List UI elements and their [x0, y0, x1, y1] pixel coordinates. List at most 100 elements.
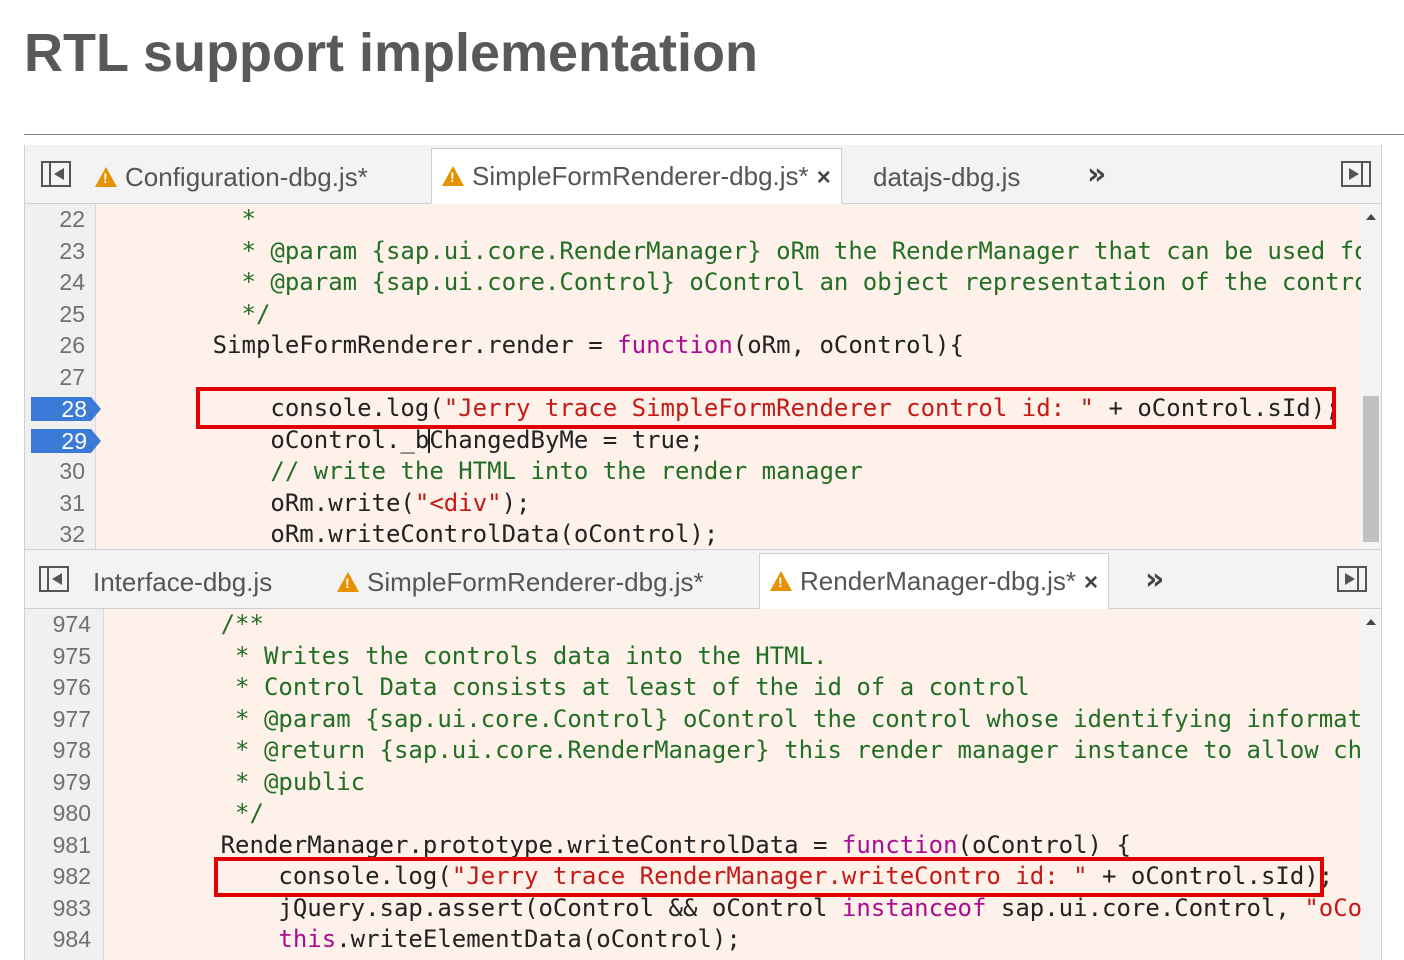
line-number[interactable]: 976	[25, 672, 91, 704]
code-token: * @return {sap.ui.core.RenderManager} th…	[105, 736, 1377, 764]
code-token: */	[105, 799, 264, 827]
scroll-thumb[interactable]	[1363, 396, 1379, 542]
code-text: * Writes the controls data into the HTML…	[105, 641, 827, 673]
code-line[interactable]: 27	[25, 362, 1381, 394]
line-number[interactable]: 983	[25, 893, 91, 925]
code-line[interactable]: 28 console.log("Jerry trace SimpleFormRe…	[25, 393, 1381, 425]
line-number[interactable]: 32	[25, 519, 85, 549]
line-number[interactable]: 31	[25, 488, 85, 520]
code-line[interactable]: 32 oRm.writeControlData(oControl);	[25, 519, 1381, 549]
code-token: (oControl) {	[957, 830, 1131, 859]
code-token: * Writes the controls data into the HTML…	[105, 641, 828, 670]
code-line[interactable]: 979 * @public	[25, 767, 1381, 799]
code-line[interactable]: 983 jQuery.sap.assert(oControl && oContr…	[25, 893, 1381, 925]
line-number[interactable]: 27	[25, 362, 85, 394]
code-token: oRm.writeControlData(oControl);	[97, 520, 719, 548]
tab-simpleformrenderer-dbg[interactable]: SimpleFormRenderer-dbg.js*	[337, 552, 704, 608]
code-text: // write the HTML into the render manage…	[97, 456, 862, 488]
tab-datajs-dbg[interactable]: datajs-dbg.js	[873, 147, 1020, 203]
code-line[interactable]: 984 this.writeElementData(oControl);	[25, 924, 1381, 956]
code-text: SimpleFormRenderer.render = function(oRm…	[97, 330, 964, 362]
vertical-scrollbar[interactable]	[1361, 204, 1381, 549]
warning-icon	[770, 571, 792, 591]
line-number[interactable]: 22	[25, 204, 85, 236]
code-text: RenderManager.prototype.writeControlData…	[105, 830, 1131, 862]
tab-simpleformrenderer-dbg[interactable]: SimpleFormRenderer-dbg.js* ×	[431, 148, 842, 204]
code-line[interactable]: 23 * @param {sap.ui.core.RenderManager} …	[25, 236, 1381, 268]
line-number[interactable]: 24	[25, 267, 85, 299]
code-text: * @param {sap.ui.core.Control} oControl …	[105, 704, 1377, 736]
code-text: * @param {sap.ui.core.RenderManager} oRm…	[97, 236, 1381, 268]
code-token: function	[841, 830, 958, 859]
code-line[interactable]: 977 * @param {sap.ui.core.Control} oCont…	[25, 704, 1381, 736]
line-number[interactable]: 30	[25, 456, 85, 488]
line-number[interactable]: 23	[25, 236, 85, 268]
code-line[interactable]: 31 oRm.write("<div");	[25, 488, 1381, 520]
code-text: *	[97, 204, 256, 236]
editor-pane-top: Configuration-dbg.js* SimpleFormRenderer…	[24, 145, 1382, 549]
breakpoint-marker[interactable]: 29	[31, 428, 101, 453]
line-number[interactable]: 25	[25, 299, 85, 331]
code-token: "Jerry trace SimpleFormRenderer control …	[443, 394, 1094, 422]
code-line[interactable]: 978 * @return {sap.ui.core.RenderManager…	[25, 735, 1381, 767]
code-line[interactable]: 30 // write the HTML into the render man…	[25, 456, 1381, 488]
code-line[interactable]: 982 console.log("Jerry trace RenderManag…	[25, 861, 1381, 893]
line-number[interactable]: 977	[25, 704, 91, 736]
tab-bar: Configuration-dbg.js* SimpleFormRenderer…	[25, 145, 1381, 204]
line-number[interactable]: 980	[25, 798, 91, 830]
code-line[interactable]: 974 /**	[25, 609, 1381, 641]
code-token: oRm.write(	[97, 488, 415, 517]
code-text: * @public	[105, 767, 365, 799]
line-number[interactable]: 982	[25, 861, 91, 893]
tab-label: Interface-dbg.js	[93, 567, 273, 597]
more-tabs-icon[interactable]: »	[1145, 562, 1164, 597]
close-tab-icon[interactable]: ×	[1084, 556, 1098, 610]
tab-label: SimpleFormRenderer-dbg.js*	[472, 161, 809, 191]
code-line[interactable]: 25 */	[25, 299, 1381, 331]
tab-label: datajs-dbg.js	[873, 162, 1021, 192]
code-token: *	[97, 205, 256, 233]
code-token: * @public	[105, 767, 366, 796]
code-text: console.log("Jerry trace RenderManager.w…	[105, 861, 1333, 893]
close-tab-icon[interactable]: ×	[817, 151, 831, 205]
code-line[interactable]: 981 RenderManager.prototype.writeControl…	[25, 830, 1381, 862]
line-number[interactable]: 974	[25, 609, 91, 641]
code-line[interactable]: 975 * Writes the controls data into the …	[25, 641, 1381, 673]
line-number[interactable]: 978	[25, 735, 91, 767]
show-navigator-icon[interactable]	[41, 161, 71, 187]
tab-interface-dbg[interactable]: Interface-dbg.js	[93, 552, 272, 608]
code-editor[interactable]: 22 * 23 * @param {sap.ui.core.RenderManag…	[25, 204, 1381, 549]
code-token: */	[97, 299, 271, 328]
tab-rendermanager-dbg[interactable]: RenderManager-dbg.js*×	[759, 553, 1110, 610]
tab-label: RenderManager-dbg.js*	[800, 566, 1077, 596]
breakpoint-marker[interactable]: 28	[31, 397, 101, 421]
code-line[interactable]: 24 * @param {sap.ui.core.Control} oContr…	[25, 267, 1381, 299]
code-line[interactable]: 976 * Control Data consists at least of …	[25, 672, 1381, 704]
tab-configuration-dbg[interactable]: Configuration-dbg.js*	[95, 147, 368, 203]
tab-label: SimpleFormRenderer-dbg.js*	[367, 567, 704, 597]
code-line[interactable]: 22 *	[25, 204, 1381, 236]
show-debugger-icon[interactable]	[1341, 161, 1371, 187]
vertical-scrollbar[interactable]	[1361, 609, 1381, 960]
show-debugger-icon[interactable]	[1337, 566, 1367, 592]
warning-icon	[442, 166, 464, 186]
line-number[interactable]: 26	[25, 330, 85, 362]
code-token: sap.ui.core.Control,	[986, 893, 1305, 922]
code-line[interactable]: 26 SimpleFormRenderer.render = function(…	[25, 330, 1381, 362]
code-editor[interactable]: 974 /** 975 * Writes the controls data in…	[25, 609, 1381, 960]
code-token: "<div"	[414, 488, 502, 517]
line-number[interactable]: 984	[25, 924, 91, 956]
line-number[interactable]: 975	[25, 641, 91, 673]
code-token: * Control Data consists at least of the …	[105, 673, 1030, 701]
code-token: oControl._b	[97, 425, 430, 454]
line-number[interactable]: 979	[25, 767, 91, 799]
scroll-up-icon[interactable]	[1366, 619, 1376, 625]
code-line[interactable]: 980 */	[25, 798, 1381, 830]
code-line[interactable]: 29 oControl._bChangedByMe = true;	[25, 425, 1381, 457]
code-token: + oControl.sId);	[1087, 862, 1334, 890]
more-tabs-icon[interactable]: »	[1087, 157, 1106, 192]
show-navigator-icon[interactable]	[39, 566, 69, 592]
line-number[interactable]: 981	[25, 830, 91, 862]
tab-label: Configuration-dbg.js*	[125, 162, 368, 192]
scroll-up-icon[interactable]	[1366, 214, 1376, 220]
